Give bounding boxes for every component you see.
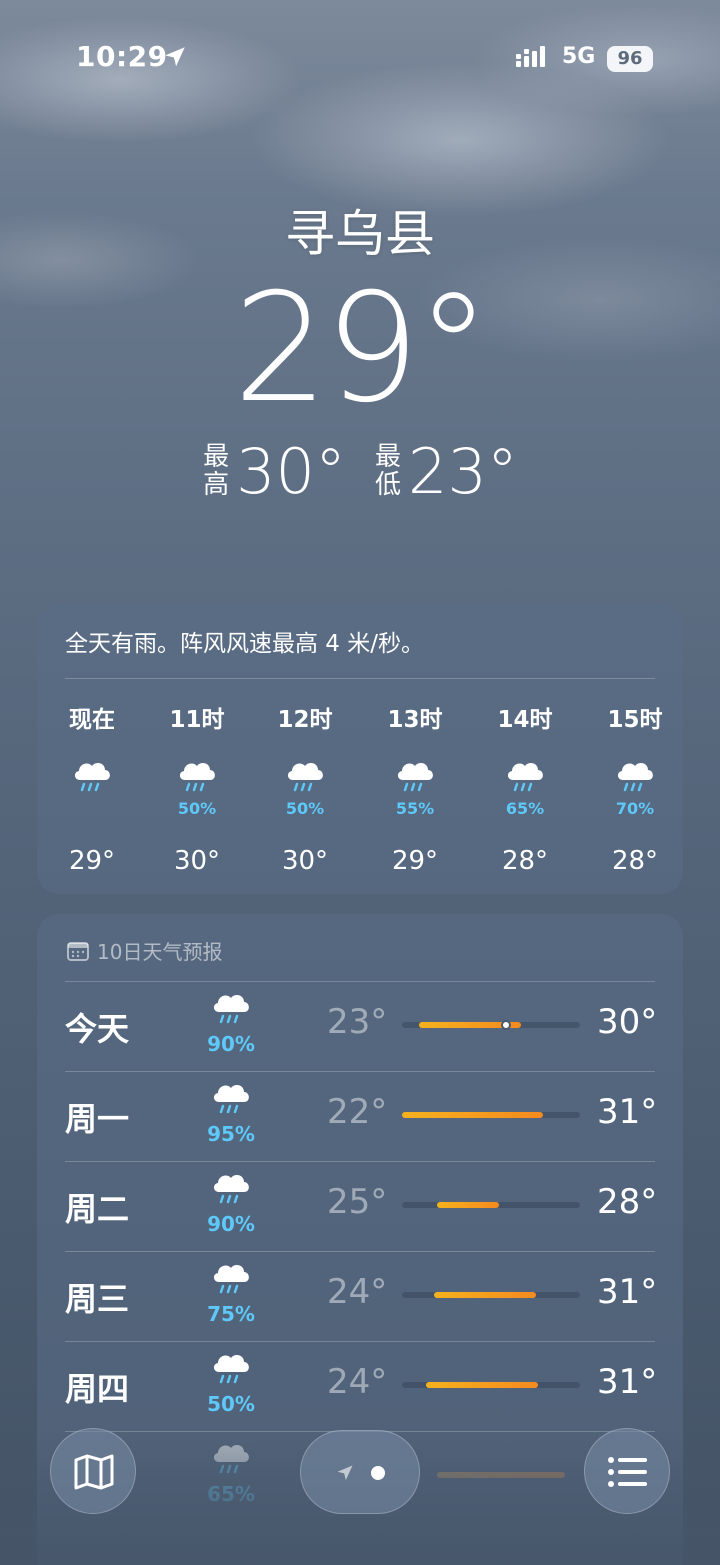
hour-item: 12时 50% 30° xyxy=(250,700,360,880)
day-name: 周一 xyxy=(65,1100,130,1138)
day-high: 30° xyxy=(597,1002,658,1042)
location-arrow-icon xyxy=(337,1465,353,1481)
temp-range-fill xyxy=(434,1292,536,1298)
signal-bars-icon xyxy=(516,46,545,67)
day-precip: 75% xyxy=(207,1302,255,1326)
ten-day-header: 10日天气预报 xyxy=(67,936,222,965)
low-value: 23° xyxy=(408,434,518,508)
weather-summary: 全天有雨。阵风风速最高 4 米/秒。 xyxy=(65,631,425,657)
status-time: 10:29 xyxy=(76,40,168,73)
day-row[interactable]: 周一 95% 22° 31° xyxy=(37,1072,683,1162)
day-row[interactable]: 今天 90% 23° 30° xyxy=(37,982,683,1072)
hourly-list[interactable]: 现在 29° 11时 50% 30° 12时 50% 30° 13时 55% 2… xyxy=(37,700,683,880)
high-label: 最高 xyxy=(203,442,230,500)
hour-item: 现在 29° xyxy=(37,700,147,880)
day-name: 周二 xyxy=(65,1190,130,1228)
day-precip: 95% xyxy=(207,1122,255,1146)
hour-temp: 30° xyxy=(173,846,221,876)
day-high: 31° xyxy=(597,1092,658,1132)
network-type: 5G xyxy=(562,44,596,69)
map-icon xyxy=(74,1454,114,1490)
day-high: 31° xyxy=(597,1362,658,1402)
hour-temp: 29° xyxy=(391,846,439,876)
day-row[interactable]: 周三 75% 24° 31° xyxy=(37,1252,683,1342)
hour-precip: 65% xyxy=(505,799,545,818)
rain-cloud-icon xyxy=(73,761,112,792)
high-low-temps: 最高 30° 最低 23° xyxy=(0,435,720,508)
low-temp-group: 最低 23° xyxy=(374,435,518,508)
rain-cloud-icon xyxy=(212,1083,251,1114)
current-temp-dot xyxy=(501,1020,511,1030)
hour-temp: 28° xyxy=(611,846,659,876)
temp-range-bar xyxy=(402,1382,580,1388)
temp-range-bar xyxy=(402,1020,580,1030)
hour-item: 14时 65% 28° xyxy=(470,700,580,880)
hour-precip: 55% xyxy=(395,799,435,818)
rain-cloud-icon xyxy=(212,1353,251,1384)
hour-label: 现在 xyxy=(69,707,115,733)
hour-label: 14时 xyxy=(497,707,553,733)
battery-indicator: 96 xyxy=(607,46,653,72)
day-name: 周四 xyxy=(65,1370,130,1408)
hour-temp: 29° xyxy=(68,846,116,876)
day-low: 24° xyxy=(327,1272,388,1312)
location-pager[interactable] xyxy=(300,1430,420,1514)
day-low: 23° xyxy=(327,1002,388,1042)
high-temp-group: 最高 30° xyxy=(202,435,346,508)
page-dot xyxy=(371,1466,385,1480)
hourly-forecast-card[interactable]: 全天有雨。阵风风速最高 4 米/秒。 现在 29° 11时 50% 30° 12… xyxy=(37,604,683,894)
temp-range-fill xyxy=(426,1382,538,1388)
day-name: 今天 xyxy=(65,1010,130,1048)
hour-precip: 50% xyxy=(177,799,217,818)
location-arrow-icon xyxy=(165,47,185,67)
temp-range-bar xyxy=(402,1112,580,1118)
ten-day-title: 10日天气预报 xyxy=(97,940,223,964)
temp-range-fill xyxy=(437,1202,499,1208)
day-low: 24° xyxy=(327,1362,388,1402)
hour-temp: 30° xyxy=(281,846,329,876)
rain-cloud-icon xyxy=(506,761,545,792)
temp-range-fill xyxy=(402,1112,543,1118)
hour-precip: 50% xyxy=(285,799,325,818)
day-row[interactable]: 周二 90% 25° 28° xyxy=(37,1162,683,1252)
rain-cloud-icon xyxy=(286,761,325,792)
low-label: 最低 xyxy=(374,442,401,500)
temp-range-bar xyxy=(402,1202,580,1208)
day-precip: 90% xyxy=(207,1212,255,1236)
day-precip: 90% xyxy=(207,1032,255,1056)
hour-precip: 70% xyxy=(615,799,655,818)
list-icon xyxy=(608,1457,647,1487)
hour-label: 15时 xyxy=(607,707,663,733)
day-precip: 50% xyxy=(207,1392,255,1416)
day-low: 25° xyxy=(327,1182,388,1222)
rain-cloud-icon xyxy=(396,761,435,792)
rain-cloud-icon xyxy=(212,993,251,1024)
hour-item: 15时 70% 28° xyxy=(580,700,690,880)
high-value: 30° xyxy=(236,434,346,508)
day-high: 31° xyxy=(597,1272,658,1312)
rain-cloud-icon xyxy=(212,1263,251,1294)
hour-label: 13时 xyxy=(387,707,443,733)
hour-temp: 28° xyxy=(501,846,549,876)
map-button[interactable] xyxy=(50,1428,136,1514)
city-name: 寻乌县 xyxy=(285,205,435,263)
hour-item: 11时 50% 30° xyxy=(142,700,252,880)
bottom-toolbar xyxy=(0,1420,720,1530)
temp-range-bar xyxy=(402,1292,580,1298)
hour-item: 13时 55% 29° xyxy=(360,700,470,880)
status-bar: 10:29 5G 96 xyxy=(0,0,720,120)
rain-cloud-icon xyxy=(178,761,217,792)
rain-cloud-icon xyxy=(616,761,655,792)
hour-label: 12时 xyxy=(277,707,333,733)
hour-label: 11时 xyxy=(169,707,225,733)
city-list-button[interactable] xyxy=(584,1428,670,1514)
divider xyxy=(65,678,655,679)
calendar-icon xyxy=(67,941,89,961)
day-high: 28° xyxy=(597,1182,658,1222)
rain-cloud-icon xyxy=(212,1173,251,1204)
day-name: 周三 xyxy=(65,1280,130,1318)
day-row[interactable]: 周四 50% 24° 31° xyxy=(37,1342,683,1432)
current-temperature: 29° xyxy=(233,262,491,436)
day-low: 22° xyxy=(327,1092,388,1132)
